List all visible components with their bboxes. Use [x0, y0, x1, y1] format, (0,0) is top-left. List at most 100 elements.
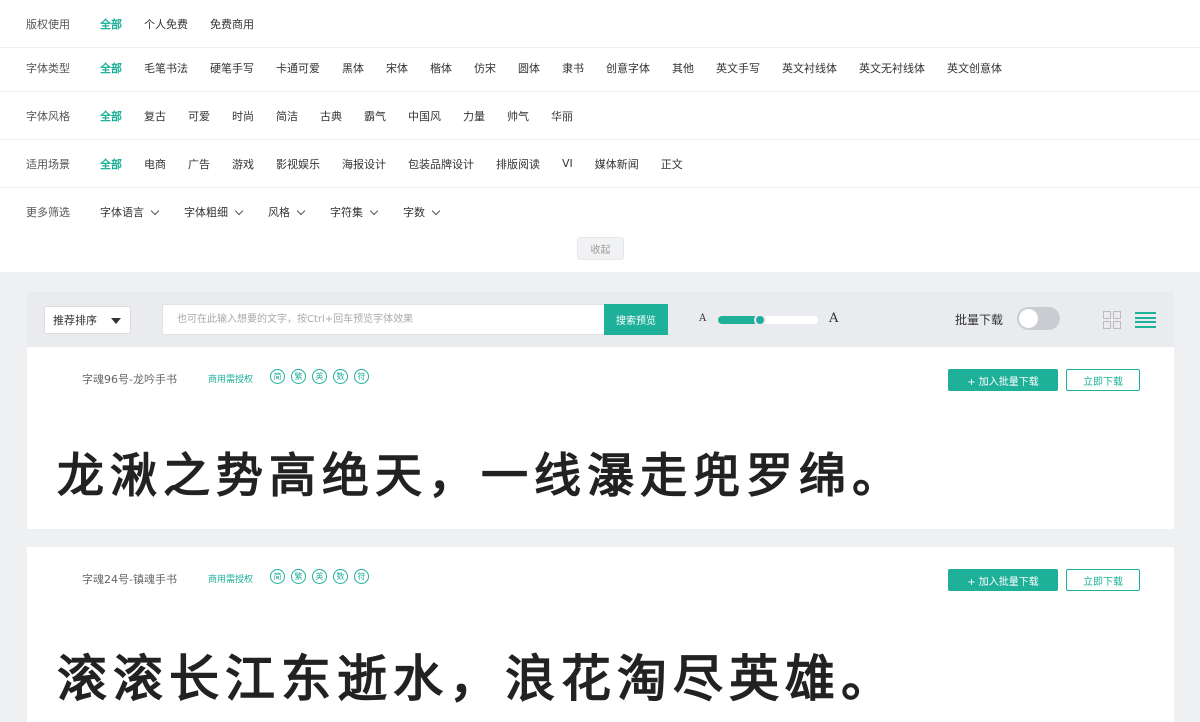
toggle-knob: [1019, 309, 1038, 328]
style-option[interactable]: 力量: [463, 108, 485, 124]
filter-label: 字体类型: [26, 61, 70, 75]
license-tag: 商用需授权: [208, 375, 254, 385]
filter-label: 更多筛选: [26, 206, 70, 219]
slider-handle[interactable]: [754, 314, 766, 326]
feature-icons: 简 繁 英 数 符: [270, 369, 375, 384]
type-option[interactable]: 英文无衬线体: [859, 60, 925, 76]
scene-option[interactable]: 正文: [661, 156, 683, 172]
style-option[interactable]: 古典: [320, 108, 342, 124]
type-option[interactable]: 硬笔手写: [210, 60, 254, 76]
style-option[interactable]: 霸气: [364, 108, 386, 124]
chevron-down-icon: [234, 206, 244, 215]
style-option[interactable]: 中国风: [408, 108, 441, 124]
font-size-small-icon: A: [699, 313, 707, 324]
type-option[interactable]: 其他: [672, 60, 694, 76]
filter-dropdown[interactable]: 字数: [403, 204, 441, 220]
toolbar: 推荐排序 搜索预览 A A 批量下载: [27, 292, 1174, 347]
type-option[interactable]: 英文创意体: [947, 60, 1002, 76]
filter-row-scene: 适用场景 全部 电商 广告 游戏 影视娱乐 海报设计 包装品牌设计 排版阅读 VI 媒体新闻 正文: [0, 140, 1200, 188]
filter-row-license: 版权使用 全部 个人免费 免费商用: [0, 0, 1200, 48]
batch-download-label: 批量下载: [955, 313, 1004, 327]
filter-dropdown[interactable]: 风格: [268, 204, 306, 220]
type-option[interactable]: 创意字体: [606, 60, 650, 76]
style-option[interactable]: 可爱: [188, 108, 210, 124]
grid-view-icon[interactable]: [1103, 311, 1121, 329]
traditional-icon: 繁: [291, 369, 306, 384]
style-option[interactable]: 全部: [100, 108, 122, 124]
scene-option[interactable]: 包装品牌设计: [408, 156, 474, 172]
add-to-batch-button[interactable]: + 加入批量下载: [948, 369, 1058, 391]
scene-option[interactable]: 电商: [144, 156, 166, 172]
sort-dropdown[interactable]: 推荐排序: [44, 306, 131, 334]
download-button[interactable]: 立即下载: [1066, 369, 1140, 391]
style-option[interactable]: 华丽: [551, 108, 573, 124]
filter-panel: 版权使用 全部 个人免费 免费商用 字体类型 全部 毛笔书法 硬笔手写 卡通可爱 黑体 宋体楷…: [0, 0, 1200, 272]
download-button[interactable]: 立即下载: [1066, 569, 1140, 591]
caret-down-icon: [111, 318, 121, 324]
type-option[interactable]: 宋体: [386, 60, 408, 76]
traditional-icon: 繁: [291, 569, 306, 584]
filter-dropdown-label: 字数: [403, 206, 425, 219]
filter-row-style: 字体风格 全部 复古 可爱 时尚 简洁 古典 霸气 中国风 力量 帅气 华丽: [0, 92, 1200, 140]
type-option[interactable]: 卡通可爱: [276, 60, 320, 76]
batch-download-toggle[interactable]: [1017, 307, 1060, 330]
scene-option[interactable]: 海报设计: [342, 156, 386, 172]
scene-option[interactable]: 全部: [100, 156, 122, 172]
license-option[interactable]: 全部: [100, 16, 122, 32]
scene-option[interactable]: 排版阅读: [496, 156, 540, 172]
scene-option[interactable]: VI: [562, 157, 573, 170]
filter-dropdown[interactable]: 字符集: [330, 204, 379, 220]
filter-dropdown-label: 字体粗细: [184, 206, 228, 219]
style-option[interactable]: 帅气: [507, 108, 529, 124]
type-option[interactable]: 仿宋: [474, 60, 496, 76]
font-size-large-icon: A: [829, 311, 839, 326]
filter-dropdown[interactable]: 字体粗细: [184, 204, 244, 220]
type-option[interactable]: 黑体: [342, 60, 364, 76]
font-preview-text: 滚滚长江东逝水，浪花淘尽英雄。: [57, 649, 897, 708]
filter-label: 字体风格: [26, 109, 70, 123]
scene-option[interactable]: 影视娱乐: [276, 156, 320, 172]
english-icon: 英: [312, 369, 327, 384]
type-option[interactable]: 毛笔书法: [144, 60, 188, 76]
type-option[interactable]: 全部: [100, 60, 122, 76]
list-view-icon[interactable]: [1135, 312, 1156, 328]
style-option[interactable]: 时尚: [232, 108, 254, 124]
english-icon: 英: [312, 569, 327, 584]
search-preview-button[interactable]: 搜索预览: [604, 304, 668, 335]
scene-option[interactable]: 游戏: [232, 156, 254, 172]
digit-icon: 数: [333, 569, 348, 584]
collapse-button[interactable]: 收起: [577, 237, 624, 260]
font-name: 字魂24号-镇魂手书: [82, 573, 177, 586]
license-tag: 商用需授权: [208, 575, 254, 585]
type-option[interactable]: 楷体: [430, 60, 452, 76]
font-size-slider[interactable]: [718, 314, 818, 326]
chevron-down-icon: [431, 206, 441, 215]
type-option[interactable]: 隶书: [562, 60, 584, 76]
type-option[interactable]: 英文衬线体: [782, 60, 837, 76]
chevron-down-icon: [150, 206, 160, 215]
symbol-icon: 符: [354, 369, 369, 384]
license-option[interactable]: 免费商用: [210, 16, 254, 32]
font-name: 字魂96号-龙吟手书: [82, 373, 177, 386]
style-option[interactable]: 复古: [144, 108, 166, 124]
filter-label: 适用场景: [26, 157, 70, 171]
chevron-down-icon: [296, 206, 306, 215]
style-option[interactable]: 简洁: [276, 108, 298, 124]
scene-option[interactable]: 媒体新闻: [595, 156, 639, 172]
filter-dropdown[interactable]: 字体语言: [100, 204, 160, 220]
filter-dropdown-label: 字体语言: [100, 206, 144, 219]
font-preview-text: 龙湫之势高绝天，一线瀑走兜罗绵。: [57, 449, 905, 504]
filter-dropdown-label: 风格: [268, 206, 290, 219]
filter-row-type: 字体类型 全部 毛笔书法 硬笔手写 卡通可爱 黑体 宋体 楷体 仿宋 圆体 隶书 创意字体 其他 英文手…: [0, 44, 1200, 92]
font-card: 字魂24号-镇魂手书 商用需授权 简 繁 英 数 符 + 加入批量下载 立即下载…: [27, 547, 1174, 722]
sort-label: 推荐排序: [53, 314, 97, 327]
add-to-batch-button[interactable]: + 加入批量下载: [948, 569, 1058, 591]
type-option[interactable]: 英文手写: [716, 60, 760, 76]
type-option[interactable]: 圆体: [518, 60, 540, 76]
preview-text-input[interactable]: [162, 304, 604, 335]
simplified-icon: 简: [270, 369, 285, 384]
license-option[interactable]: 个人免费: [144, 16, 188, 32]
filter-dropdown-label: 字符集: [330, 206, 363, 219]
simplified-icon: 简: [270, 569, 285, 584]
scene-option[interactable]: 广告: [188, 156, 210, 172]
